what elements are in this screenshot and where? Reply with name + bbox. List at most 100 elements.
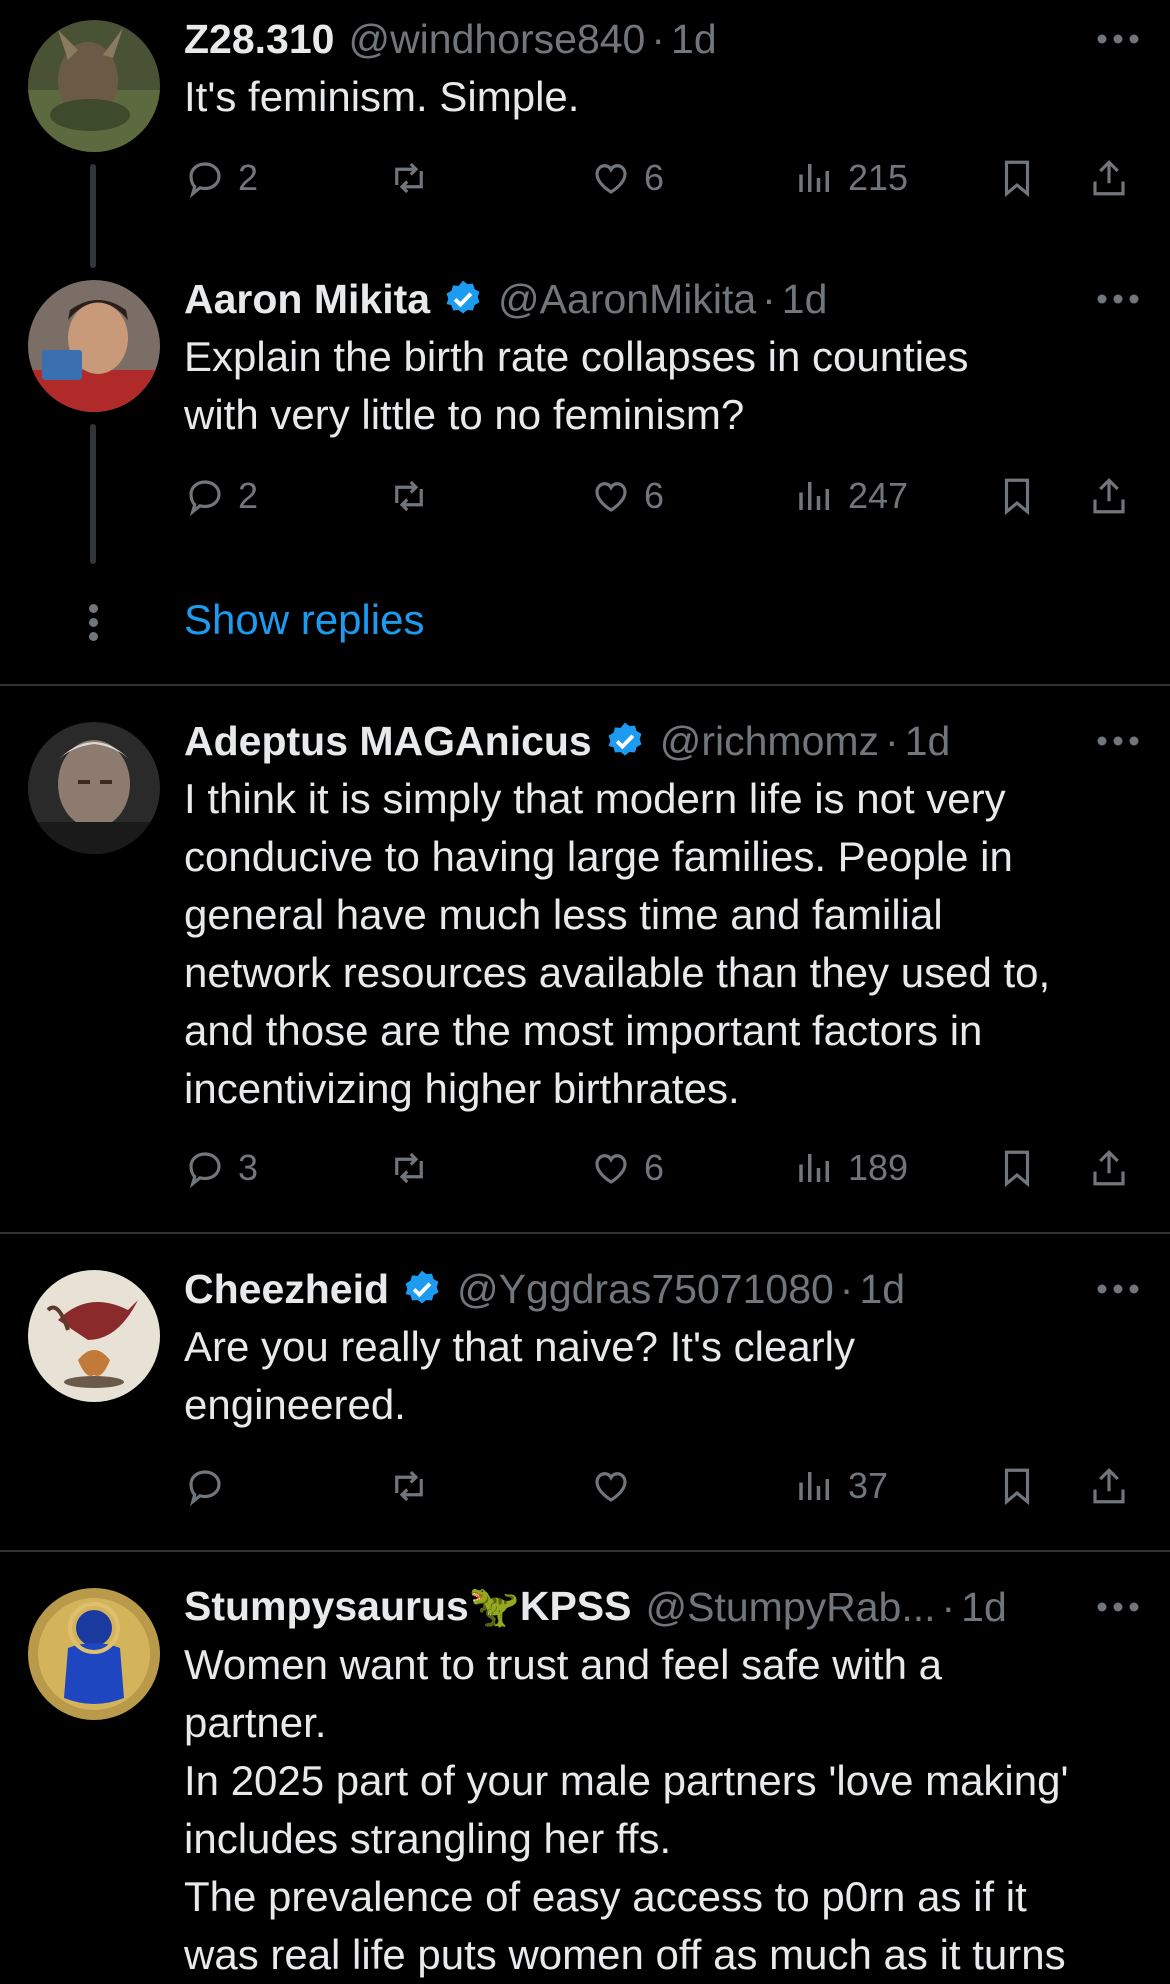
views-icon: [799, 1154, 829, 1182]
author-name[interactable]: Aaron Mikita: [184, 276, 430, 323]
author-name[interactable]: Stumpysaurus🦖KPSS: [184, 1583, 632, 1631]
tweet-text: It's feminism. Simple.: [184, 73, 580, 120]
repost-icon: [395, 162, 423, 194]
author-name[interactable]: Adeptus MAGAnicus: [184, 718, 592, 765]
bookmark-button[interactable]: [996, 1454, 1038, 1518]
bookmark-icon: [1004, 160, 1030, 198]
share-button[interactable]: [1088, 1454, 1130, 1518]
like-icon: [595, 1472, 627, 1502]
separator-dot: ·: [651, 15, 666, 62]
timestamp[interactable]: 1d: [905, 718, 951, 765]
views-count: 189: [848, 1147, 909, 1188]
separator-dot: ·: [762, 275, 776, 322]
author-handle[interactable]: @richmomz: [660, 718, 879, 765]
thread-dots-icon: [86, 604, 100, 646]
action-bar: 37: [184, 1454, 1144, 1518]
reply-button[interactable]: 3: [184, 1136, 258, 1200]
action-bar: 2 6 247: [184, 464, 1144, 528]
like-icon: [595, 482, 627, 512]
reply-button[interactable]: [184, 1454, 238, 1518]
bookmark-button[interactable]: [996, 1136, 1038, 1200]
bookmark-button[interactable]: [996, 146, 1038, 210]
share-icon: [1093, 1150, 1125, 1186]
share-icon: [1093, 1468, 1125, 1504]
avatar[interactable]: [28, 1270, 160, 1402]
action-bar: 2 6 215: [184, 146, 1144, 210]
author-handle[interactable]: @Yggdras75071080: [457, 1266, 834, 1313]
like-icon: [595, 1154, 627, 1184]
reply-icon: [189, 1470, 221, 1507]
tweet-text: Are you really that naive? It's clearly …: [184, 1323, 855, 1428]
divider: [0, 1550, 1170, 1552]
author-handle[interactable]: @StumpyRab...: [646, 1584, 936, 1631]
share-button[interactable]: [1088, 1136, 1130, 1200]
views-icon: [799, 164, 829, 192]
tweet-text: I think it is simply that modern life is…: [184, 775, 1051, 1112]
more-icon[interactable]: [1090, 1580, 1140, 1634]
share-button[interactable]: [1088, 146, 1130, 210]
reply-icon: [189, 1152, 221, 1189]
author-handle[interactable]: @AaronMikita: [498, 276, 756, 323]
share-icon: [1093, 160, 1125, 196]
views-icon: [799, 482, 829, 510]
more-icon[interactable]: [1090, 272, 1140, 326]
like-button[interactable]: 6: [590, 146, 664, 210]
timestamp[interactable]: 1d: [961, 1584, 1007, 1631]
action-bar: 3 6 189: [184, 1136, 1144, 1200]
reply-count: 3: [238, 1147, 259, 1188]
like-button[interactable]: 6: [590, 1136, 664, 1200]
avatar[interactable]: [28, 20, 160, 152]
like-button[interactable]: 6: [590, 464, 664, 528]
repost-button[interactable]: [388, 464, 442, 528]
separator-dot: ·: [885, 717, 899, 764]
repost-icon: [395, 1152, 423, 1184]
like-count: 6: [644, 157, 665, 198]
share-button[interactable]: [1088, 464, 1130, 528]
divider: [0, 1232, 1170, 1234]
reply-icon: [189, 480, 221, 517]
timestamp[interactable]: 1d: [671, 16, 717, 63]
views-count: 247: [848, 475, 909, 516]
bookmark-icon: [1004, 478, 1030, 516]
author-handle[interactable]: @windhorse840: [348, 16, 645, 63]
views-button[interactable]: 215: [794, 146, 908, 210]
repost-button[interactable]: [388, 1136, 442, 1200]
more-icon[interactable]: [1090, 1262, 1140, 1316]
views-button[interactable]: 189: [794, 1136, 908, 1200]
show-replies-link[interactable]: Show replies: [184, 596, 424, 644]
reply-button[interactable]: 2: [184, 146, 258, 210]
divider: [0, 684, 1170, 686]
verified-badge-icon: [446, 280, 480, 314]
verified-badge-icon: [405, 1270, 439, 1304]
reply-count: 2: [238, 157, 259, 198]
reply-count: 2: [238, 475, 259, 516]
author-name[interactable]: Z28.310: [184, 16, 334, 63]
like-button[interactable]: [590, 1454, 644, 1518]
views-icon: [799, 1472, 829, 1500]
timestamp[interactable]: 1d: [859, 1266, 905, 1313]
views-button[interactable]: 247: [794, 464, 908, 528]
reply-icon: [189, 162, 221, 199]
author-name[interactable]: Cheezheid: [184, 1266, 389, 1313]
verified-badge-icon: [608, 722, 642, 756]
avatar[interactable]: [28, 722, 160, 854]
like-count: 6: [644, 475, 665, 516]
timestamp[interactable]: 1d: [782, 276, 828, 323]
views-count: 215: [848, 157, 909, 198]
like-count: 6: [644, 1147, 665, 1188]
tweet-text: Women want to trust and feel safe with a…: [184, 1641, 1069, 1978]
bookmark-button[interactable]: [996, 464, 1038, 528]
reply-button[interactable]: 2: [184, 464, 258, 528]
share-icon: [1093, 478, 1125, 514]
views-button[interactable]: 37: [794, 1454, 888, 1518]
more-icon[interactable]: [1090, 12, 1140, 66]
separator-dot: ·: [839, 1265, 854, 1312]
more-icon[interactable]: [1090, 714, 1140, 768]
avatar[interactable]: [28, 1588, 160, 1720]
avatar[interactable]: [28, 280, 160, 412]
repost-button[interactable]: [388, 1454, 442, 1518]
views-count: 37: [848, 1465, 889, 1506]
repost-icon: [395, 1470, 423, 1502]
tweet-text: Explain the birth rate collapses in coun…: [184, 333, 969, 438]
repost-button[interactable]: [388, 146, 442, 210]
